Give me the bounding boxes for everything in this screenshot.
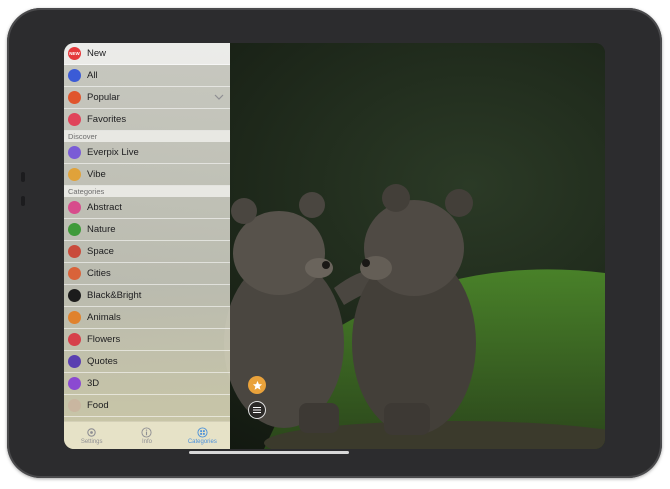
flower-icon: [68, 333, 81, 346]
favorite-star-button[interactable]: [248, 376, 266, 394]
sidebar-item-label: Favorites: [87, 114, 127, 125]
screen: NEW New All Popular Favorites Discover E…: [64, 43, 605, 449]
sidebar-item-label: All: [87, 70, 98, 81]
sidebar-item-cities[interactable]: Cities: [64, 263, 230, 285]
leaf-icon: [68, 223, 81, 236]
sidebar-item-flowers[interactable]: Flowers: [64, 329, 230, 351]
category-sidebar: NEW New All Popular Favorites Discover E…: [64, 43, 230, 449]
sidebar-item-label: Abstract: [87, 202, 122, 213]
sidebar-item-animals[interactable]: Animals: [64, 307, 230, 329]
chevron-down-icon[interactable]: [214, 92, 224, 102]
gear-icon: [87, 427, 96, 437]
animal-icon: [68, 311, 81, 324]
section-header-discover: Discover: [64, 131, 230, 142]
tab-categories[interactable]: Categories: [175, 422, 230, 449]
sidebar-item-popular[interactable]: Popular: [64, 87, 230, 109]
sidebar-item-label: Animals: [87, 312, 121, 323]
tab-label: Info: [141, 438, 152, 445]
live-icon: [68, 146, 81, 159]
food-icon: [68, 399, 81, 412]
sidebar-item-label: Black&Bright: [87, 290, 142, 301]
sidebar-item-space[interactable]: Space: [64, 241, 230, 263]
tab-info[interactable]: Info: [119, 422, 174, 449]
star-icon: [252, 380, 262, 390]
sidebar-item-black-bright[interactable]: Black&Bright: [64, 285, 230, 307]
quote-icon: [68, 355, 81, 368]
heart-icon: [68, 113, 81, 126]
popular-flame-icon: [68, 91, 81, 104]
all-globe-icon: [68, 69, 81, 82]
sidebar-item-quotes[interactable]: Quotes: [64, 351, 230, 373]
sidebar-item-everpix-live[interactable]: Everpix Live: [64, 142, 230, 164]
cube-icon: [68, 377, 81, 390]
sidebar-item-label: Everpix Live: [87, 147, 139, 158]
hamburger-menu-icon: [253, 407, 261, 413]
sidebar-item-abstract[interactable]: Abstract: [64, 197, 230, 219]
abstract-icon: [68, 201, 81, 214]
section-header-categories: Categories: [64, 186, 230, 197]
sidebar-item-label: Cities: [87, 268, 111, 279]
sidebar-item-new[interactable]: NEW New: [64, 43, 230, 65]
sidebar-item-label: 3D: [87, 378, 100, 389]
black-bright-icon: [68, 289, 81, 302]
rocket-icon: [68, 245, 81, 258]
sidebar-item-favorites[interactable]: Favorites: [64, 109, 230, 131]
sidebar-item-vibe[interactable]: Vibe: [64, 164, 230, 186]
sidebar-item-label: Vibe: [87, 169, 106, 180]
sidebar-item-label: Quotes: [87, 356, 118, 367]
sidebar-item-label: Nature: [87, 224, 116, 235]
menu-button[interactable]: [248, 401, 266, 419]
sidebar-item-label: Space: [87, 246, 114, 257]
tab-settings[interactable]: Settings: [64, 422, 119, 449]
volume-button: [21, 196, 25, 206]
info-icon: [141, 426, 153, 438]
sidebar-item-nature[interactable]: Nature: [64, 219, 230, 241]
home-indicator[interactable]: [189, 451, 349, 454]
sidebar-item-all[interactable]: All: [64, 65, 230, 87]
sidebar-item-label: Flowers: [87, 334, 121, 345]
city-icon: [68, 267, 81, 280]
sidebar-item-label: Popular: [87, 92, 120, 103]
sidebar-item-label: New: [87, 48, 107, 59]
tab-label: Categories: [187, 438, 217, 445]
tab-label: Settings: [80, 438, 103, 445]
sidebar-item-label: Food: [87, 400, 109, 411]
new-badge-icon: NEW: [68, 47, 81, 60]
categories-icon: [197, 426, 208, 438]
sidebar-item-food[interactable]: Food: [64, 395, 230, 417]
vibe-face-icon: [68, 168, 81, 181]
volume-button: [21, 172, 25, 182]
sidebar-item-3d[interactable]: 3D: [64, 373, 230, 395]
tab-bar: Settings Info Categories: [64, 421, 230, 449]
